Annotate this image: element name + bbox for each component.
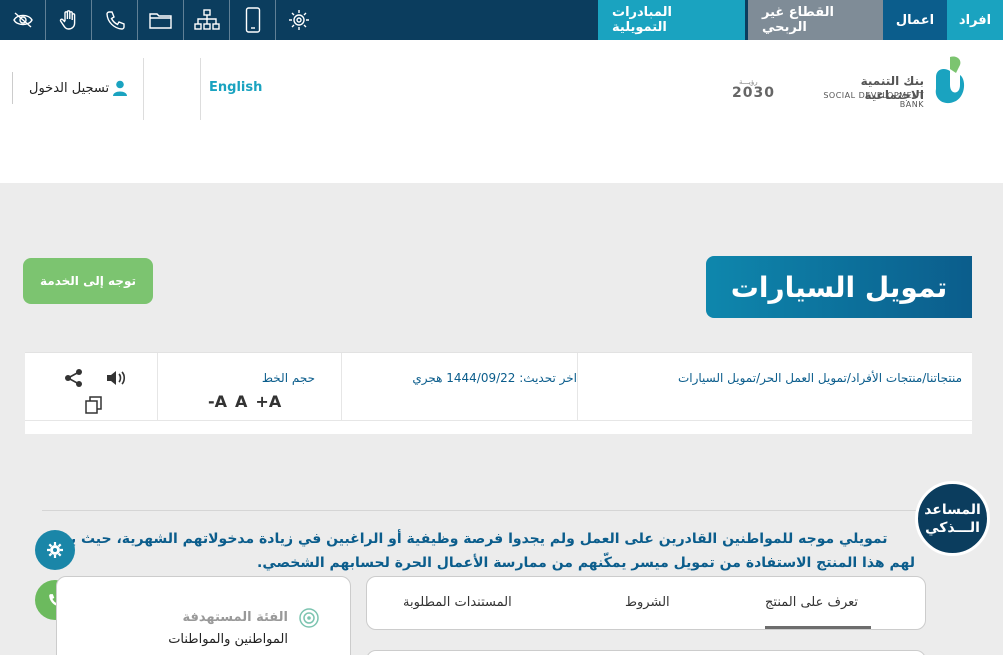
page-title: تمويل السيارات [730,270,948,304]
bank-logo-english: SOCIAL DEVELOPMENT BANK [823,91,924,109]
info-divider [577,353,578,420]
tab-nonprofit[interactable]: القطاع غير الربحي [748,0,883,40]
product-tabs: تعرف على المنتج الشروط المستندات المطلوب… [366,576,926,630]
hand-icon[interactable] [46,0,92,40]
section-divider [42,510,962,511]
language-switch[interactable]: English [209,80,262,95]
last-updated: اخر تحديث: 1444/09/22 هجري [412,371,577,385]
copy-icon[interactable] [84,395,104,415]
info-bar-underline [25,420,972,421]
page-title-banner: تمويل السيارات [706,256,972,318]
font-size-controls: -A A +A [208,392,281,411]
font-increase-button[interactable]: +A [255,392,281,411]
assistant-label: المساعد [924,501,981,518]
login-button[interactable]: تسجيل الدخول [12,72,128,104]
active-tab-indicator [765,626,871,629]
target-group-title: الفئة المستهدفة [182,610,289,625]
target-group-card: الفئة المستهدفة المواطنين والمواطنات [56,576,351,655]
login-label: تسجيل الدخول [29,80,110,96]
tab-about-product[interactable]: تعرف على المنتج [765,595,858,610]
gear-icon [47,542,63,558]
tab-financing-initiatives[interactable]: المبادرات التمويلية [598,0,745,40]
audience-tabs: افراد اعمال القطاع غير الربحي المبادرات … [598,0,1003,40]
user-icon [113,80,128,96]
description-line: لهم هذا المنتج الاستفادة من تمويل ميسر ي… [257,555,915,571]
breadcrumb[interactable]: منتجاتنا/منتجات الأفراد/تمويل العمل الحر… [678,371,962,385]
font-decrease-button[interactable]: -A [208,392,227,411]
target-group-value: المواطنين والمواطنات [168,632,288,647]
header-divider [200,58,201,120]
gear-badge-icon[interactable] [276,0,322,40]
page-info-bar: منتجاتنا/منتجات الأفراد/تمويل العمل الحر… [25,352,972,434]
accessibility-toolbar [0,0,322,40]
target-group-icon [299,608,319,628]
eye-slash-icon[interactable] [0,0,46,40]
vision-2030-logo: رؤيـــة 2030 [732,78,775,101]
bank-logo-mark[interactable] [930,55,968,107]
info-divider [157,353,158,420]
folder-icon[interactable] [138,0,184,40]
smart-assistant-button[interactable]: المساعد الـــذكي [915,481,990,556]
tab-required-documents[interactable]: المستندات المطلوبة [403,595,512,610]
speaker-icon[interactable] [105,368,127,388]
tab-individuals[interactable]: افراد [947,0,1003,40]
font-normal-button[interactable]: A [235,392,247,411]
site-header: تسجيل الدخول English رؤيـــة 2030 بنك ال… [0,40,1003,183]
header-divider [143,58,144,120]
description-line: تمويلي موجه للمواطنين القادرين على العمل… [56,531,888,547]
tab-content-card [366,650,926,655]
top-bar: افراد اعمال القطاع غير الربحي المبادرات … [0,0,1003,40]
assistant-label: الـــذكي [925,519,980,536]
settings-fab[interactable] [35,530,75,570]
info-divider [341,353,342,420]
share-icon[interactable] [64,368,84,388]
sitemap-icon[interactable] [184,0,230,40]
tab-business[interactable]: اعمال [883,0,947,40]
phone-icon[interactable] [92,0,138,40]
tab-terms[interactable]: الشروط [625,595,670,610]
font-size-label: حجم الخط [261,371,315,385]
mobile-icon[interactable] [230,0,276,40]
go-to-service-button[interactable]: توجه إلى الخدمة [23,258,153,304]
